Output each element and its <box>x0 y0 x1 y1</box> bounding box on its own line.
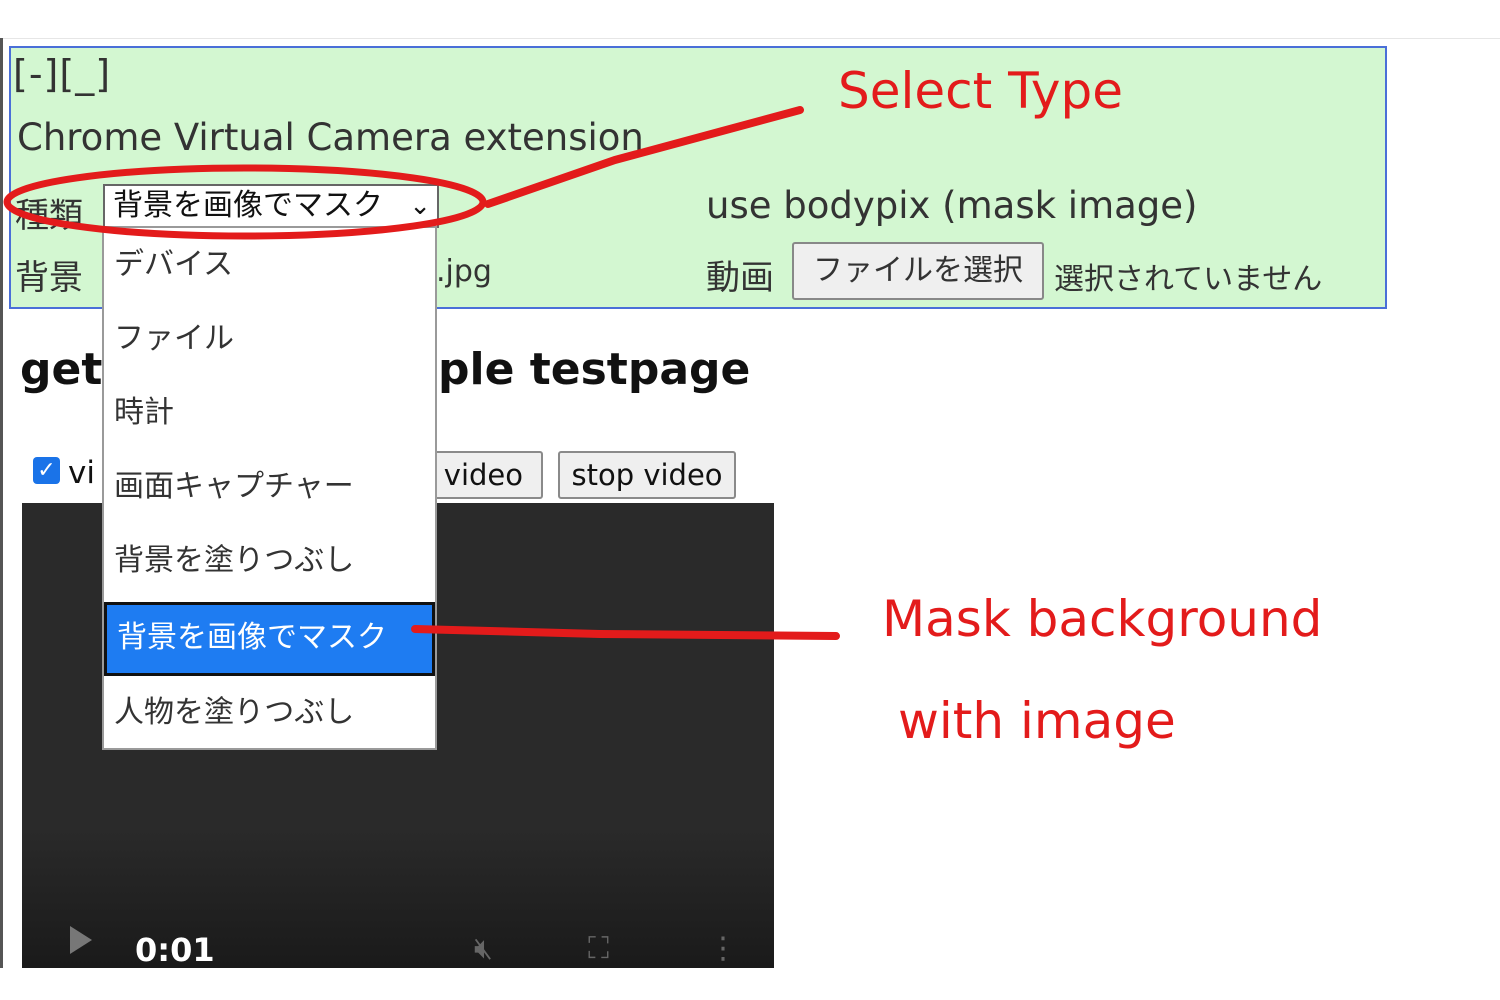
fullscreen-icon[interactable]: ⛶ <box>588 931 609 966</box>
type-select-value: 背景を画像でマスク <box>113 188 383 223</box>
video-label: 動画 <box>706 258 774 298</box>
background-file-name: .jpg <box>436 254 492 289</box>
type-label: 種類 <box>15 196 83 236</box>
type-dropdown-list: デバイス ファイル 時計 画面キャプチャー 背景を塗りつぶし 背景を画像でマスク… <box>102 226 437 750</box>
extension-title: Chrome Virtual Camera extension <box>17 116 644 159</box>
window-controls[interactable]: [-][_] <box>13 52 111 96</box>
background-label: 背景 <box>15 258 83 298</box>
dropdown-option-clock[interactable]: 時計 <box>104 376 435 450</box>
page-title-left: get <box>20 344 103 395</box>
video-checkbox[interactable]: ✓ <box>33 457 60 484</box>
type-select[interactable]: 背景を画像でマスク ⌄ <box>103 184 439 228</box>
video-time: 0:01 <box>135 931 215 969</box>
mute-icon[interactable]: 🔇︎ <box>474 931 493 966</box>
dropdown-option-fill-background[interactable]: 背景を塗りつぶし <box>104 524 435 598</box>
page-title-right: ple testpage <box>438 344 751 395</box>
play-icon[interactable] <box>70 926 92 954</box>
choose-file-button[interactable]: ファイルを選択 <box>792 242 1044 300</box>
dropdown-option-device[interactable]: デバイス <box>104 228 435 302</box>
mode-text: use bodypix (mask image) <box>706 184 1198 227</box>
dropdown-option-mask-background[interactable]: 背景を画像でマスク <box>104 602 435 676</box>
annotation-mask-line1: Mask background <box>882 590 1323 648</box>
more-options-icon[interactable]: ⋮ <box>708 931 738 966</box>
dropdown-option-screen-capture[interactable]: 画面キャプチャー <box>104 450 435 524</box>
browser-top-bar <box>0 0 1500 39</box>
stop-video-button[interactable]: stop video <box>558 451 736 499</box>
window-left-edge <box>0 38 3 968</box>
chevron-down-icon: ⌄ <box>409 191 431 221</box>
dropdown-option-file[interactable]: ファイル <box>104 302 435 376</box>
annotation-mask-line2: with image <box>898 692 1176 750</box>
video-checkbox-label: vi <box>68 455 95 491</box>
screenshot-bottom-edge <box>0 968 1500 1000</box>
annotation-select-type: Select Type <box>838 62 1123 120</box>
no-file-status: 選択されていません <box>1054 262 1323 297</box>
dropdown-option-fill-person[interactable]: 人物を塗りつぶし <box>104 676 435 750</box>
